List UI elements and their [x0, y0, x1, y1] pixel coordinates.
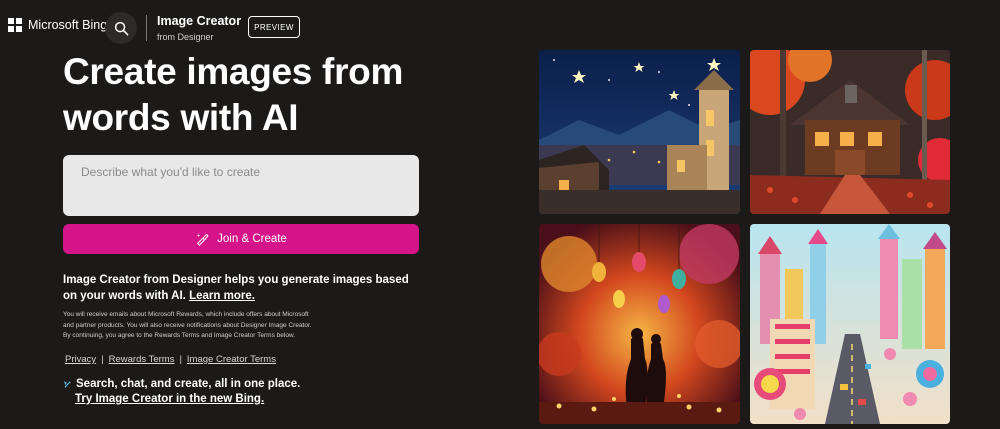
rewards-terms-link[interactable]: Rewards Terms [109, 354, 175, 365]
sample-image-festival-lanterns[interactable] [539, 224, 740, 424]
promo-text: Search, chat, and create, all in one pla… [76, 378, 301, 390]
brush-sparkle-icon [196, 233, 209, 246]
preview-badge: PREVIEW [248, 16, 300, 38]
top-header: Microsoft Bing Image Creator from Design… [0, 0, 1000, 56]
fine-print-line-2: and partner products. You will also rece… [63, 321, 312, 329]
search-icon [114, 21, 128, 35]
headline-line-2: words with AI [63, 97, 299, 138]
fine-print: You will receive emails about Microsoft … [63, 310, 423, 342]
join-button-label: Join & Create [217, 233, 287, 245]
sample-image-night-city[interactable] [539, 50, 740, 214]
legal-links: Privacy | Rewards Terms | Image Creator … [65, 354, 276, 365]
promo-banner: Search, chat, and create, all in one pla… [63, 377, 300, 407]
try-new-bing-link[interactable]: Try Image Creator in the new Bing. [75, 392, 300, 407]
brand-label: Microsoft Bing [28, 18, 108, 32]
product-name[interactable]: Image Creator from Designer [157, 14, 241, 43]
link-separator: | [101, 354, 104, 365]
link-separator: | [179, 354, 182, 365]
headline-line-1: Create images from [63, 51, 404, 92]
image-creator-terms-link[interactable]: Image Creator Terms [187, 354, 276, 365]
page-headline: Create images from words with AI [63, 49, 463, 141]
header-divider [146, 15, 147, 41]
join-and-create-button[interactable]: Join & Create [63, 224, 419, 254]
search-button[interactable] [105, 12, 137, 44]
privacy-link[interactable]: Privacy [65, 354, 96, 365]
sample-image-autumn-cabin[interactable] [750, 50, 950, 214]
sparkle-icon [63, 380, 71, 388]
product-subtitle: from Designer [157, 32, 214, 42]
microsoft-logo-icon [8, 18, 22, 32]
fine-print-line-3: By continuing, you agree to the Rewards … [63, 332, 296, 339]
prompt-input[interactable] [63, 155, 419, 216]
fine-print-line-1: You will receive emails about Microsoft … [63, 311, 309, 318]
microsoft-bing-logo[interactable]: Microsoft Bing [8, 18, 107, 32]
learn-more-link[interactable]: Learn more. [189, 290, 255, 302]
product-title: Image Creator [157, 14, 242, 28]
sample-image-candy-city[interactable] [750, 224, 950, 424]
description: Image Creator from Designer helps you ge… [63, 272, 423, 304]
